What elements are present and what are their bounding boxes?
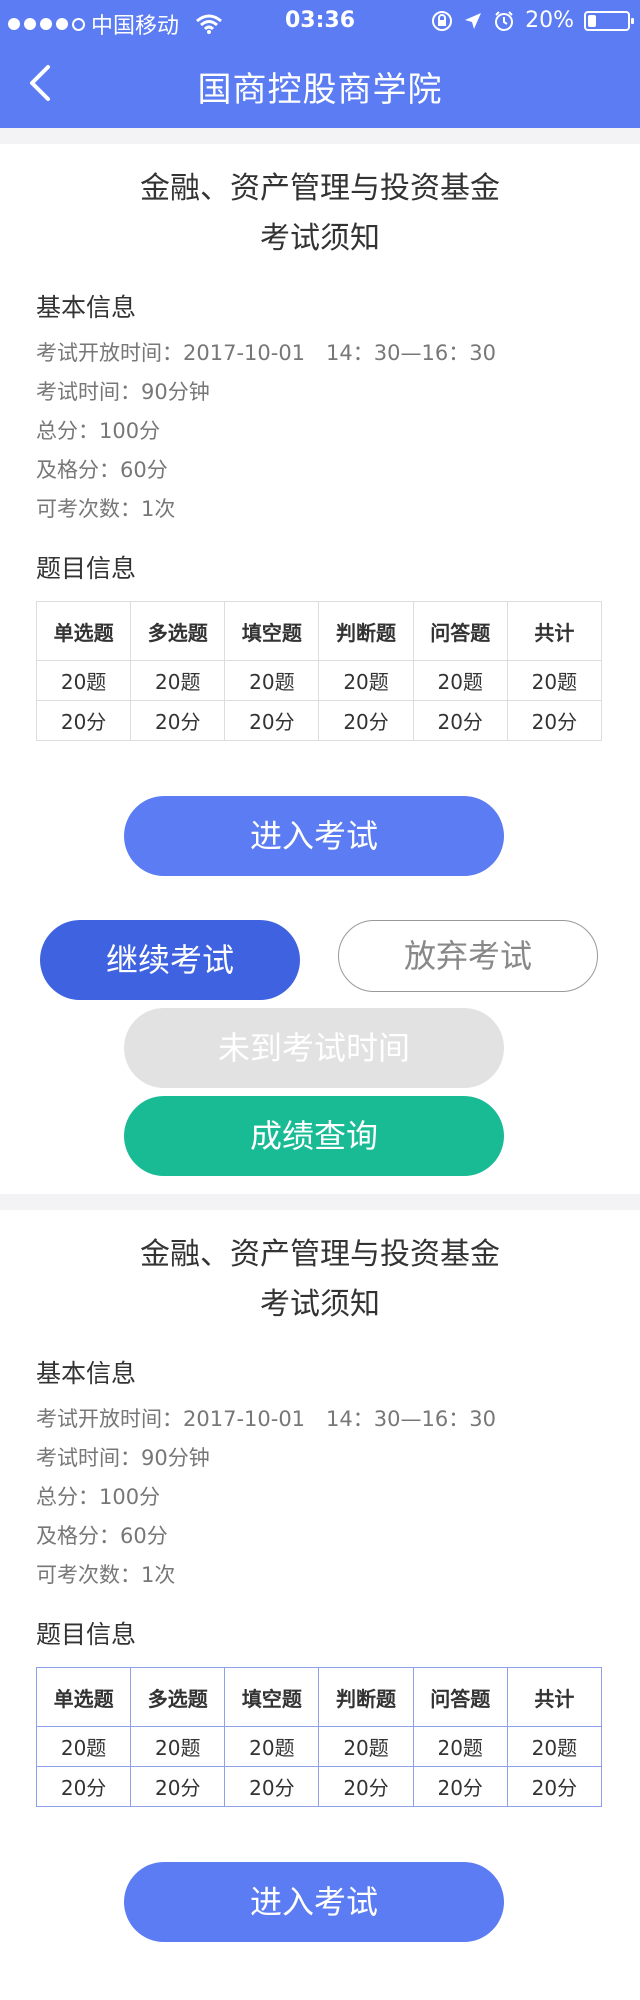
table-cell: 20题 [224,1726,320,1767]
table-header: 问答题 [412,601,508,661]
abandon-exam-button[interactable]: 放弃考试 [338,920,598,992]
table-cell: 20题 [35,660,132,701]
divider [0,1194,640,1210]
table-header: 填空题 [224,1667,320,1727]
duration: 考试时间：90分钟 [36,1446,210,1470]
pass-score: 及格分：60分 [36,458,168,482]
table-row: 20题 20题 20题 20题 20题 20题 [35,660,603,701]
exam-title: 金融、资产管理与投资基金 考试须知 [140,1237,500,1322]
attempts: 可考次数：1次 [36,497,176,521]
exam-card: 金融、资产管理与投资基金 考试须知 基本信息 考试开放时间：2017-10-01… [0,144,640,1194]
table-header: 多选题 [130,1667,226,1727]
attempts: 可考次数：1次 [36,1563,176,1587]
status-bar: 中国移动 03:36 20% [0,0,640,40]
location-icon [465,12,482,29]
check-score-button[interactable]: 成绩查询 [124,1096,504,1176]
table-header: 共计 [506,1667,603,1727]
table-header: 问答题 [412,1667,508,1727]
table-header-row: 单选题 多选题 填空题 判断题 问答题 共计 [35,601,603,661]
table-header: 填空题 [224,601,320,661]
exam-card: 金融、资产管理与投资基金 考试须知 基本信息 考试开放时间：2017-10-01… [0,1210,640,2000]
table-cell: 20题 [318,1726,414,1767]
table-cell: 20题 [130,1726,226,1767]
table-header: 单选题 [35,601,132,661]
table-cell: 20分 [318,1766,414,1807]
table-header: 共计 [506,601,603,661]
table-cell: 20题 [224,660,320,701]
table-cell: 20分 [412,1766,508,1807]
table-header: 判断题 [318,1667,414,1727]
table-header: 判断题 [318,601,414,661]
question-table: 单选题 多选题 填空题 判断题 问答题 共计 20题 20题 20题 20题 2… [35,601,603,741]
not-yet-button: 未到考试时间 [124,1008,504,1088]
table-cell: 20题 [506,1726,603,1767]
table-cell: 20分 [130,1766,226,1807]
table-cell: 20分 [35,700,132,741]
question-info-heading: 题目信息 [36,554,137,583]
top-bar: 中国移动 03:36 20% 国商控股商学院 [0,0,640,128]
enter-exam-button[interactable]: 进入考试 [124,796,504,876]
table-cell: 20题 [130,660,226,701]
table-header-row: 单选题 多选题 填空题 判断题 问答题 共计 [35,1667,603,1727]
table-cell: 20分 [224,700,320,741]
divider [0,128,640,144]
table-cell: 20题 [412,660,508,701]
question-table: 单选题 多选题 填空题 判断题 问答题 共计 20题 20题 20题 20题 2… [35,1667,603,1807]
table-cell: 20分 [130,700,226,741]
table-header: 多选题 [130,601,226,661]
battery-icon [584,10,634,31]
table-header: 单选题 [35,1667,132,1727]
total-score: 总分：100分 [36,419,161,443]
table-cell: 20分 [506,700,603,741]
table-cell: 20题 [506,660,603,701]
question-info-heading: 题目信息 [36,1620,137,1649]
basic-info-heading: 基本信息 [36,1359,137,1388]
table-cell: 20题 [35,1726,132,1767]
page-title: 国商控股商学院 [197,70,443,110]
enter-exam-button[interactable]: 进入考试 [124,1862,504,1942]
battery-percent: 20% [525,8,574,33]
table-row: 20分 20分 20分 20分 20分 20分 [35,1766,603,1807]
table-row: 20题 20题 20题 20题 20题 20题 [35,1726,603,1767]
nav-bar: 国商控股商学院 [0,40,640,128]
total-score: 总分：100分 [36,1485,161,1509]
table-cell: 20题 [318,660,414,701]
table-cell: 20分 [35,1766,132,1807]
pass-score: 及格分：60分 [36,1524,168,1548]
alarm-icon [495,10,514,31]
table-cell: 20分 [506,1766,603,1807]
table-cell: 20题 [412,1726,508,1767]
orientation-lock-icon [432,10,453,31]
table-cell: 20分 [318,700,414,741]
basic-info-heading: 基本信息 [36,293,137,322]
table-cell: 20分 [412,700,508,741]
continue-exam-button[interactable]: 继续考试 [40,920,300,1000]
open-time: 考试开放时间：2017-10-01 14：30—16：30 [36,341,496,365]
table-row: 20分 20分 20分 20分 20分 20分 [35,700,603,741]
open-time: 考试开放时间：2017-10-01 14：30—16：30 [36,1407,496,1431]
duration: 考试时间：90分钟 [36,380,210,404]
table-cell: 20分 [224,1766,320,1807]
exam-title: 金融、资产管理与投资基金 考试须知 [140,171,500,256]
